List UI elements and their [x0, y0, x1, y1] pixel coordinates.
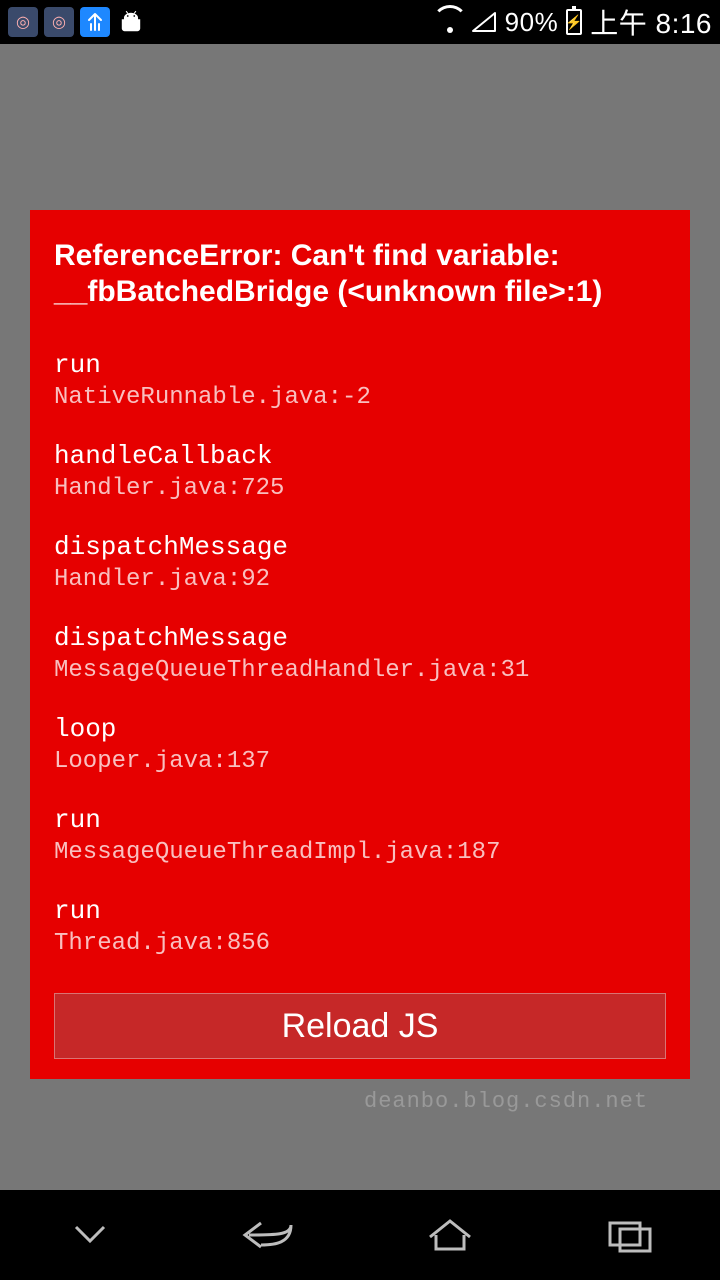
notification-app-icon-2: ◎ [44, 7, 74, 37]
stack-frame-method: run [54, 805, 666, 835]
stack-frame-method: handleCallback [54, 441, 666, 471]
stack-frame-location: MessageQueueThreadHandler.java:31 [54, 657, 666, 684]
stack-frame-location: Handler.java:725 [54, 475, 666, 502]
battery-percentage: 90% [505, 7, 559, 38]
keyboard-hide-icon[interactable] [50, 1210, 130, 1260]
stack-trace: run NativeRunnable.java:-2 handleCallbac… [54, 350, 666, 957]
stack-frame[interactable]: loop Looper.java:137 [54, 714, 666, 775]
stack-frame[interactable]: run MessageQueueThreadImpl.java:187 [54, 805, 666, 866]
wifi-icon [437, 11, 463, 33]
error-title: ReferenceError: Can't find variable: __f… [54, 238, 666, 310]
home-button[interactable] [410, 1210, 490, 1260]
stack-frame[interactable]: run NativeRunnable.java:-2 [54, 350, 666, 411]
error-redbox: ReferenceError: Can't find variable: __f… [30, 210, 690, 1079]
stack-frame-location: MessageQueueThreadImpl.java:187 [54, 839, 666, 866]
stack-frame-method: loop [54, 714, 666, 744]
status-bar-left: ◎ ◎ [8, 7, 146, 37]
status-bar: ◎ ◎ 90% ⚡ 上午 8:16 [0, 0, 720, 44]
stack-frame-location: Looper.java:137 [54, 748, 666, 775]
stack-frame-method: run [54, 350, 666, 380]
stack-frame-method: run [54, 896, 666, 926]
stack-frame-location: NativeRunnable.java:-2 [54, 384, 666, 411]
status-bar-time: 上午 8:16 [590, 2, 712, 42]
stack-frame-method: dispatchMessage [54, 623, 666, 653]
stack-frame[interactable]: dispatchMessage Handler.java:92 [54, 532, 666, 593]
status-bar-right: 90% ⚡ 上午 8:16 [437, 2, 712, 42]
reload-js-label: Reload JS [282, 1007, 439, 1046]
stack-frame[interactable]: handleCallback Handler.java:725 [54, 441, 666, 502]
stack-frame[interactable]: run Thread.java:856 [54, 896, 666, 957]
stack-frame[interactable]: dispatchMessage MessageQueueThreadHandle… [54, 623, 666, 684]
stack-frame-method: dispatchMessage [54, 532, 666, 562]
battery-charging-icon: ⚡ [566, 9, 582, 35]
notification-android-icon [116, 7, 146, 37]
notification-app-icon-3 [80, 7, 110, 37]
navigation-bar [0, 1190, 720, 1280]
stack-frame-location: Thread.java:856 [54, 930, 666, 957]
recent-apps-button[interactable] [590, 1210, 670, 1260]
stack-frame-location: Handler.java:92 [54, 566, 666, 593]
back-button[interactable] [230, 1210, 310, 1260]
notification-app-icon-1: ◎ [8, 7, 38, 37]
reload-js-button[interactable]: Reload JS [54, 993, 666, 1059]
signal-icon [471, 11, 497, 33]
watermark-text: deanbo.blog.csdn.net [364, 1089, 648, 1114]
